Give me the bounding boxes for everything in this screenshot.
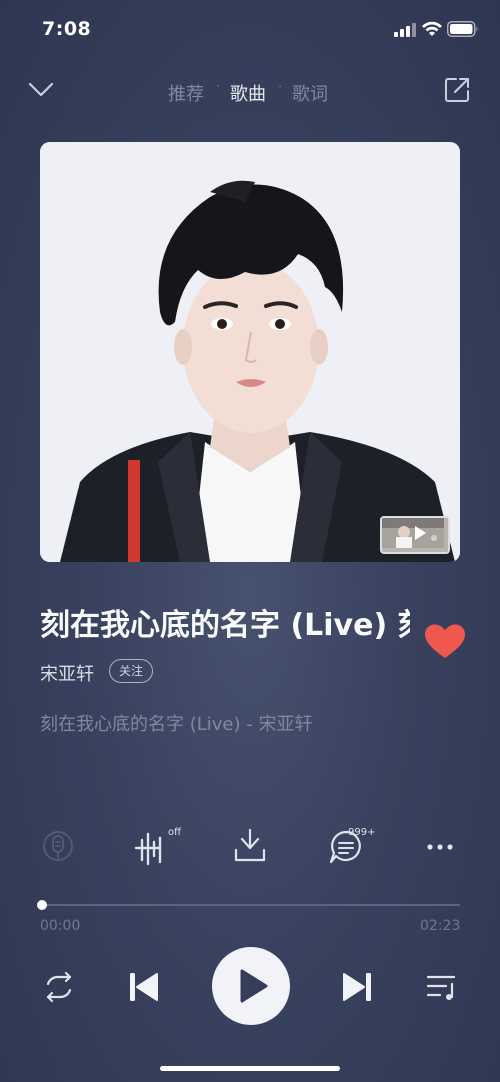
- collapse-chevron-down-icon[interactable]: [26, 78, 56, 100]
- mic-karaoke-icon[interactable]: [36, 826, 80, 866]
- tab-song[interactable]: 歌曲: [230, 80, 266, 106]
- artist-name[interactable]: 宋亚轩: [40, 660, 94, 686]
- more-icon[interactable]: [420, 826, 464, 866]
- playlist-icon[interactable]: [424, 968, 460, 1006]
- next-track-icon[interactable]: [340, 969, 374, 1005]
- song-title: 刻在我心底的名字 (Live) 刻: [40, 608, 410, 643]
- album-cover-image: [40, 142, 460, 562]
- wifi-icon: [422, 21, 442, 36]
- play-button[interactable]: [212, 947, 290, 1025]
- comment-count-badge: 999+: [348, 827, 376, 838]
- total-time: 02:23: [420, 918, 461, 934]
- tab-separator: ·: [278, 80, 283, 95]
- current-lyric-line: 刻在我心底的名字 (Live) - 宋亚轩: [40, 714, 313, 735]
- repeat-icon[interactable]: [40, 968, 78, 1006]
- previous-track-icon[interactable]: [127, 969, 161, 1005]
- progress-track[interactable]: [40, 904, 460, 906]
- status-time: 7:08: [42, 18, 92, 40]
- follow-button[interactable]: 关注: [109, 659, 153, 683]
- tab-separator: ·: [216, 80, 221, 95]
- progress-knob[interactable]: [37, 900, 47, 910]
- tab-lyrics[interactable]: 歌词: [292, 80, 328, 106]
- heart-icon[interactable]: [424, 624, 466, 660]
- cellular-signal-icon: [394, 23, 416, 37]
- play-icon: [240, 969, 268, 1003]
- video-thumbnail[interactable]: [380, 516, 450, 554]
- battery-icon: [447, 21, 478, 37]
- tab-recommend[interactable]: 推荐: [168, 80, 204, 106]
- album-cover[interactable]: [40, 142, 460, 562]
- home-indicator: [160, 1066, 340, 1071]
- sound-effect-badge: off: [168, 827, 182, 838]
- share-icon[interactable]: [442, 75, 472, 105]
- download-icon[interactable]: [228, 826, 272, 866]
- current-time: 00:00: [40, 918, 81, 934]
